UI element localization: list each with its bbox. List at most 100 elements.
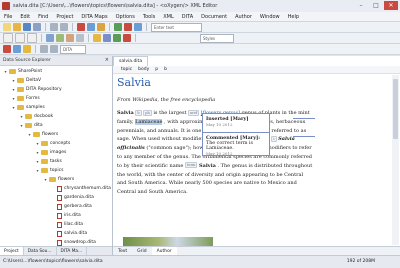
link-icon[interactable] [46, 34, 54, 42]
track-changes-icon[interactable] [93, 34, 101, 42]
menu-xml[interactable]: XML [163, 14, 174, 20]
breadcrumb-item[interactable]: body [138, 66, 149, 73]
styles-dropdown[interactable]: Styles [200, 33, 234, 43]
preview-icon[interactable] [134, 23, 142, 31]
undo-icon[interactable] [50, 23, 58, 31]
tree-folder-item[interactable]: ▾ samples [11, 103, 45, 112]
editor-scrollbar[interactable] [392, 75, 399, 245]
menu-dita-maps[interactable]: DITA Maps [81, 14, 107, 20]
print-icon[interactable] [33, 23, 41, 31]
breadcrumb-item[interactable]: topic [121, 66, 132, 73]
transform-icon[interactable] [124, 23, 132, 31]
expand-toggle-icon[interactable]: ▾ [11, 87, 16, 92]
folder-icon [41, 159, 48, 164]
expand-toggle-icon[interactable]: ▾ [27, 132, 32, 137]
accept-change-icon[interactable] [113, 34, 121, 42]
insertion-callout[interactable]: Inserted [Mary] May 10 2012 [202, 113, 270, 134]
menu-document[interactable]: Document [201, 14, 227, 20]
dita-map-icon[interactable] [3, 45, 11, 53]
minimize-button[interactable]: – [354, 1, 368, 10]
dita-file-icon [57, 230, 62, 237]
menu-help[interactable]: Help [288, 14, 299, 20]
file-tab[interactable]: salvia.dita [113, 56, 149, 66]
expand-toggle-icon[interactable]: ▾ [35, 141, 40, 146]
menu-window[interactable]: Window [260, 14, 280, 20]
menu-edit[interactable]: Edit [20, 14, 30, 20]
expand-toggle-icon[interactable]: ▾ [43, 177, 48, 182]
refresh-icon[interactable] [40, 45, 48, 53]
list-icon[interactable] [76, 34, 84, 42]
comment-callout[interactable]: Commented [Mary]: The correct term is La… [202, 132, 270, 156]
tree-file-item[interactable]: salvia.dita [51, 229, 87, 238]
expand-toggle-icon[interactable]: ▾ [19, 123, 24, 128]
open-folder-icon[interactable] [13, 23, 21, 31]
table-icon[interactable] [66, 34, 74, 42]
tree-folder-item[interactable]: ▾ DeltaV [11, 76, 41, 85]
folder-icon[interactable] [23, 45, 31, 53]
settings-icon[interactable] [50, 45, 58, 53]
tree-folder-item[interactable]: ▾ docbook [19, 112, 53, 121]
menu-project[interactable]: Project [56, 14, 73, 20]
tree-file-item[interactable]: gerbera.dita [51, 202, 92, 211]
reject-change-icon[interactable] [123, 34, 131, 42]
tree-folder-item[interactable]: ▾ topics [35, 166, 63, 175]
breadcrumb-item[interactable]: b [164, 66, 167, 73]
expand-toggle-icon[interactable]: ▾ [35, 150, 40, 155]
tree-file-item[interactable]: chrysanthemum.dita [51, 184, 111, 193]
menu-file[interactable]: File [4, 14, 12, 20]
tree-folder-item[interactable]: ▾ concepts [35, 139, 70, 148]
breadcrumb-item[interactable]: p [155, 66, 158, 73]
menu-find[interactable]: Find [38, 14, 48, 20]
paste-icon[interactable] [97, 23, 105, 31]
search-input[interactable]: Enter text [151, 22, 202, 32]
maximize-button[interactable]: □ [369, 1, 383, 10]
tag-marker[interactable]: i [271, 135, 277, 142]
menu-tools[interactable]: Tools [143, 14, 155, 20]
copy-icon[interactable] [87, 23, 95, 31]
validate-icon[interactable] [114, 23, 122, 31]
tree-folder-item[interactable]: ▾ images [35, 148, 66, 157]
expand-toggle-icon[interactable]: ▾ [11, 96, 16, 101]
close-icon[interactable]: × [105, 56, 109, 65]
save-icon[interactable] [23, 23, 31, 31]
profile-dropdown[interactable]: DITA [60, 44, 86, 54]
image-icon[interactable] [56, 34, 64, 42]
expand-toggle-icon[interactable]: ▾ [3, 69, 8, 74]
tree-folder-item[interactable]: ▾ flowers [27, 130, 58, 139]
tree-folder-item[interactable]: ▾ DITA Repository [11, 85, 62, 94]
expand-toggle-icon[interactable]: ▾ [11, 105, 16, 110]
bold-icon[interactable] [3, 33, 13, 43]
highlighted-term[interactable]: Lamiaceae [135, 118, 163, 125]
tree-file-item[interactable]: iris.dita [51, 211, 81, 220]
tree-folder-item[interactable]: ▾ tasks [35, 157, 62, 166]
expand-toggle-icon[interactable]: ▾ [35, 168, 40, 173]
tree-folder-item[interactable]: ▾ dita [19, 121, 43, 130]
tree-file-item[interactable]: lilac.dita [51, 220, 83, 229]
tag-marker[interactable]: ph [143, 109, 152, 116]
cut-icon[interactable] [77, 23, 85, 31]
tag-marker[interactable]: term [184, 162, 198, 169]
toolbar-divider [41, 34, 42, 42]
tag-marker[interactable]: b [135, 109, 142, 116]
tree-file-item[interactable]: gardenia.dita [51, 193, 94, 202]
scrollbar-thumb[interactable] [393, 79, 398, 139]
underline-icon[interactable] [27, 33, 37, 43]
bold-term: Salvia [199, 162, 216, 169]
menu-dita[interactable]: DITA [182, 14, 193, 20]
expand-toggle-icon[interactable]: ▾ [19, 114, 24, 119]
tree-folder-item[interactable]: ▾ Forms [11, 94, 40, 103]
menu-options[interactable]: Options [116, 14, 135, 20]
tag-marker[interactable]: xref [188, 109, 200, 116]
redo-icon[interactable] [60, 23, 68, 31]
document-content[interactable]: Salvia From Wikipedia, the free encyclop… [117, 76, 313, 241]
new-file-icon[interactable] [3, 23, 11, 31]
expand-toggle-icon[interactable]: ▾ [35, 159, 40, 164]
italic-icon[interactable] [15, 33, 25, 43]
close-button[interactable]: ✕ [384, 1, 398, 10]
comment-icon[interactable] [103, 34, 111, 42]
topic-icon[interactable] [13, 45, 21, 53]
menu-author[interactable]: Author [235, 14, 252, 20]
tree-folder-item[interactable]: ▾ flowers [43, 175, 74, 184]
tree-folder-item[interactable]: ▾ SharePoint [3, 67, 42, 76]
expand-toggle-icon[interactable]: ▾ [11, 78, 16, 83]
